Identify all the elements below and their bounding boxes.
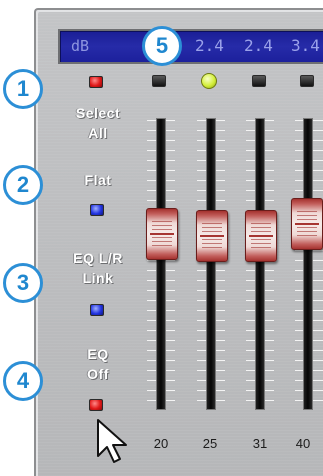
- equalizer-panel: [34, 8, 323, 476]
- band-select-led[interactable]: [300, 75, 314, 87]
- slider-handle[interactable]: [245, 210, 277, 262]
- band-select-led[interactable]: [252, 75, 266, 87]
- band-select-led[interactable]: [152, 75, 166, 87]
- callout-badge-3: 3: [3, 263, 43, 303]
- band-gain-readout: 3.4: [291, 36, 320, 55]
- callout-badge-5: 5: [142, 26, 182, 66]
- band-gain-readout: 2.4: [195, 36, 224, 55]
- db-display: dB 2.4 2.4 3.4: [58, 29, 323, 64]
- slider-track[interactable]: [156, 118, 166, 410]
- eq-off-led[interactable]: [89, 399, 103, 411]
- eq-link-button[interactable]: EQ L/R Link: [58, 248, 138, 288]
- slider-handle[interactable]: [146, 208, 178, 260]
- mouse-pointer-icon: [97, 419, 127, 463]
- slider-track[interactable]: [255, 118, 265, 410]
- callout-badge-2: 2: [3, 165, 43, 205]
- callout-badge-4: 4: [3, 361, 43, 401]
- eq-link-led[interactable]: [90, 304, 104, 316]
- flat-led[interactable]: [90, 204, 104, 216]
- flat-button[interactable]: Flat: [58, 170, 138, 190]
- frequency-label: 25: [202, 436, 218, 451]
- frequency-label: 31: [252, 436, 268, 451]
- slider-handle[interactable]: [291, 198, 323, 250]
- frequency-label: 20: [153, 436, 169, 451]
- slider-track[interactable]: [303, 118, 313, 410]
- band-gain-readout: 2.4: [244, 36, 273, 55]
- band-select-led-active[interactable]: [201, 73, 217, 89]
- slider-handle[interactable]: [196, 210, 228, 262]
- frequency-label: 40: [295, 436, 311, 451]
- eq-off-button[interactable]: EQ Off: [58, 344, 138, 384]
- select-all-led[interactable]: [89, 76, 103, 88]
- callout-badge-1: 1: [3, 69, 43, 109]
- select-all-button[interactable]: Select All: [58, 103, 138, 143]
- slider-track[interactable]: [206, 118, 216, 410]
- db-unit-label: dB: [71, 37, 90, 55]
